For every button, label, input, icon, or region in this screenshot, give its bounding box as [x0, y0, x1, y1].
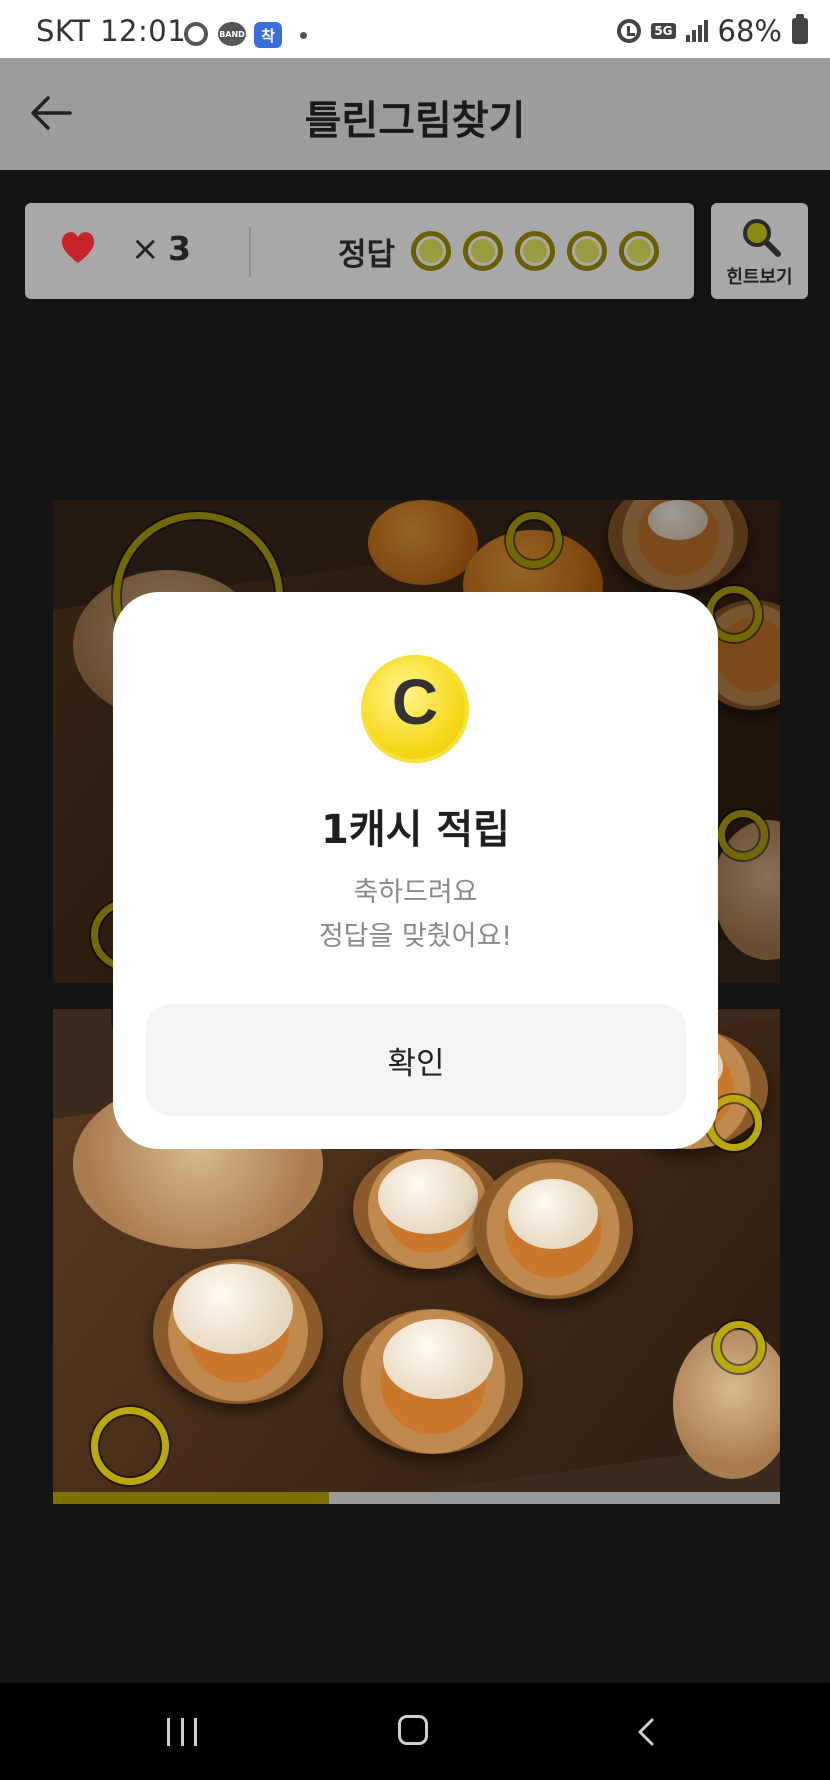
heart-icon	[61, 232, 95, 263]
hint-button[interactable]: 힌트보기	[711, 203, 808, 299]
coin-letter: C	[391, 666, 439, 738]
signal-icon	[685, 20, 708, 42]
battery-percent: 68%	[717, 14, 782, 48]
alarm-icon	[617, 19, 642, 43]
app-badge-icon: 착	[254, 22, 282, 48]
band-app-icon: BAND	[218, 22, 246, 46]
answer-indicator	[567, 231, 607, 271]
dialog-message-line2: 정답을 맞췄어요!	[318, 921, 513, 952]
page-title: 틀린그림찾기	[304, 98, 526, 144]
hint-label: 힌트보기	[726, 267, 793, 288]
score-panel: × 3 정답	[25, 203, 694, 299]
system-nav-bar	[0, 1683, 830, 1780]
confirm-button[interactable]: 확인	[146, 1004, 686, 1116]
carrier-time: SKT 12:01	[36, 14, 187, 48]
notification-dot-icon	[300, 32, 307, 39]
lives-multiply: ×	[131, 229, 160, 269]
app-header: 틀린그림찾기	[0, 58, 830, 170]
reward-dialog: C 1캐시 적립 축하드려요 정답을 맞췄어요! 확인	[113, 592, 718, 1149]
home-icon[interactable]	[398, 1715, 428, 1745]
answer-indicators	[411, 231, 659, 271]
panel-divider	[249, 227, 251, 277]
status-bar: SKT 12:01 BAND 착 5G 68%	[0, 0, 830, 58]
progress-bar	[53, 1492, 780, 1504]
answer-label: 정답	[338, 237, 396, 273]
dialog-title: 1캐시 적립	[321, 807, 510, 853]
coin-icon: C	[361, 655, 469, 763]
lives-count: 3	[168, 229, 191, 268]
answer-indicator	[411, 231, 451, 271]
chrome-icon	[184, 22, 208, 46]
answer-indicator	[515, 231, 555, 271]
dialog-message-line1: 축하드려요	[353, 877, 478, 908]
recent-apps-icon[interactable]	[167, 1718, 197, 1746]
answer-indicator	[619, 231, 659, 271]
network-type: 5G	[651, 23, 676, 39]
status-right: 5G 68%	[617, 14, 808, 48]
battery-icon	[792, 14, 808, 44]
progress-fill	[53, 1492, 330, 1504]
magnifier-icon	[743, 219, 781, 257]
chevron-left-icon[interactable]	[636, 1718, 656, 1746]
answer-indicator	[463, 231, 503, 271]
